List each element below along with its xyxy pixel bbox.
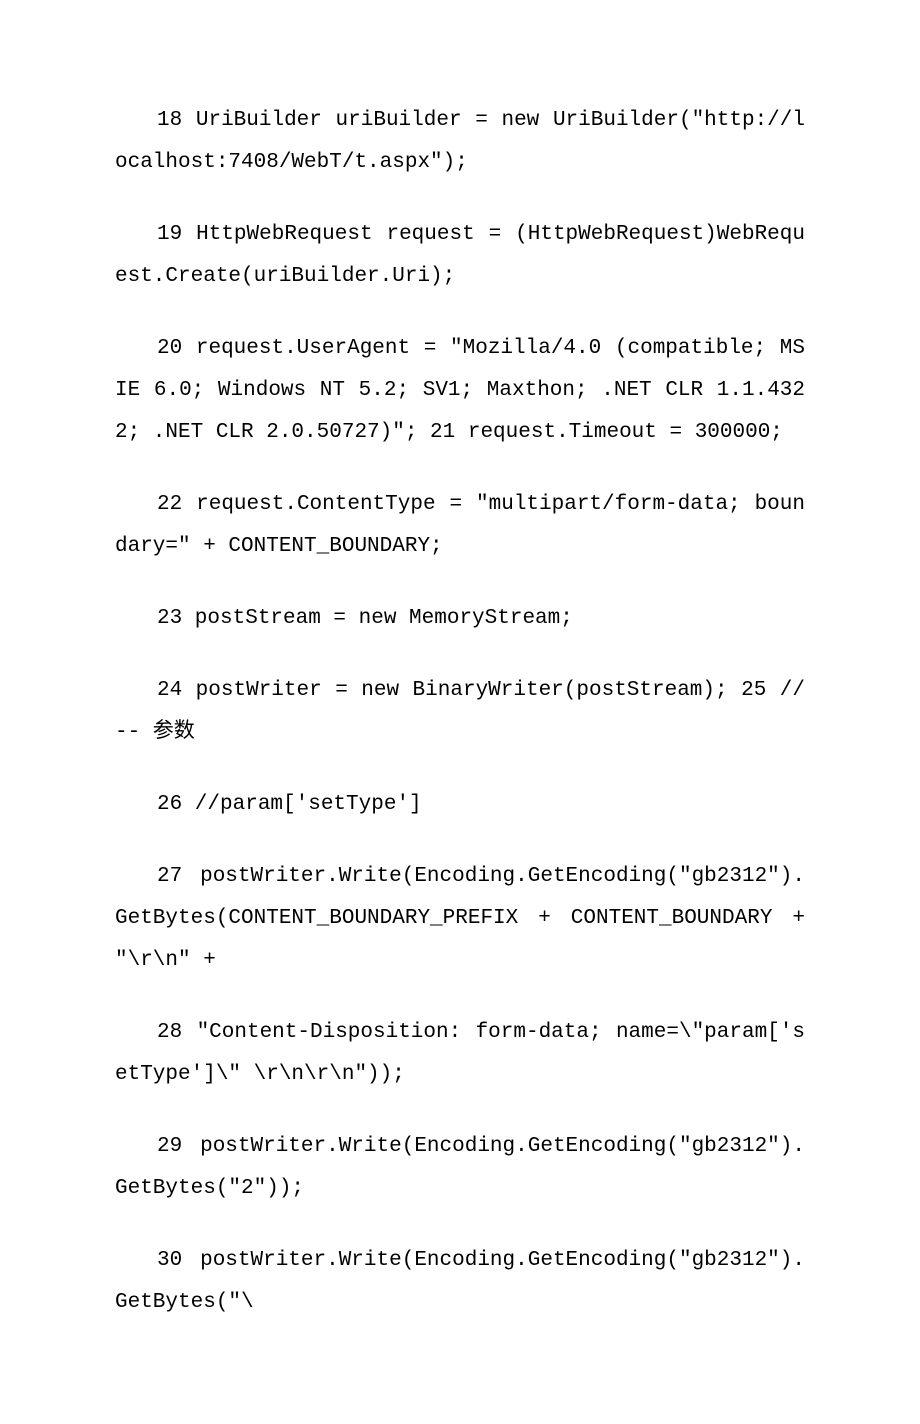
code-text: 26 //param['setType'] bbox=[157, 793, 422, 816]
code-text: 20 request.UserAgent = "Mozilla/4.0 (com… bbox=[115, 337, 805, 444]
code-line-22: 22 request.ContentType = "multipart/form… bbox=[115, 484, 805, 568]
code-line-28: 28 "Content-Disposition: form-data; name… bbox=[115, 1012, 805, 1096]
code-text: 22 request.ContentType = "multipart/form… bbox=[115, 493, 805, 558]
code-line-27: 27 postWriter.Write(Encoding.GetEncoding… bbox=[115, 856, 805, 982]
code-line-18: 18 UriBuilder uriBuilder = new UriBuilde… bbox=[115, 100, 805, 184]
code-line-30: 30 postWriter.Write(Encoding.GetEncoding… bbox=[115, 1240, 805, 1324]
code-line-26: 26 //param['setType'] bbox=[115, 784, 805, 826]
code-text: 29 postWriter.Write(Encoding.GetEncoding… bbox=[115, 1135, 805, 1200]
code-text: 27 postWriter.Write(Encoding.GetEncoding… bbox=[115, 865, 805, 972]
code-text: 28 "Content-Disposition: form-data; name… bbox=[115, 1021, 805, 1086]
code-text: 18 UriBuilder uriBuilder = new UriBuilde… bbox=[115, 109, 805, 174]
code-line-29: 29 postWriter.Write(Encoding.GetEncoding… bbox=[115, 1126, 805, 1210]
code-text: 19 HttpWebRequest request = (HttpWebRequ… bbox=[115, 223, 805, 288]
code-text: 23 postStream = new MemoryStream; bbox=[157, 607, 573, 630]
code-line-24-25: 24 postWriter = new BinaryWriter(postStr… bbox=[115, 670, 805, 754]
code-line-20-21: 20 request.UserAgent = "Mozilla/4.0 (com… bbox=[115, 328, 805, 454]
code-line-23: 23 postStream = new MemoryStream; bbox=[115, 598, 805, 640]
document-page: 18 UriBuilder uriBuilder = new UriBuilde… bbox=[0, 0, 920, 1424]
code-text: 24 postWriter = new BinaryWriter(postStr… bbox=[115, 679, 805, 744]
code-text: 30 postWriter.Write(Encoding.GetEncoding… bbox=[115, 1249, 805, 1314]
code-line-19: 19 HttpWebRequest request = (HttpWebRequ… bbox=[115, 214, 805, 298]
